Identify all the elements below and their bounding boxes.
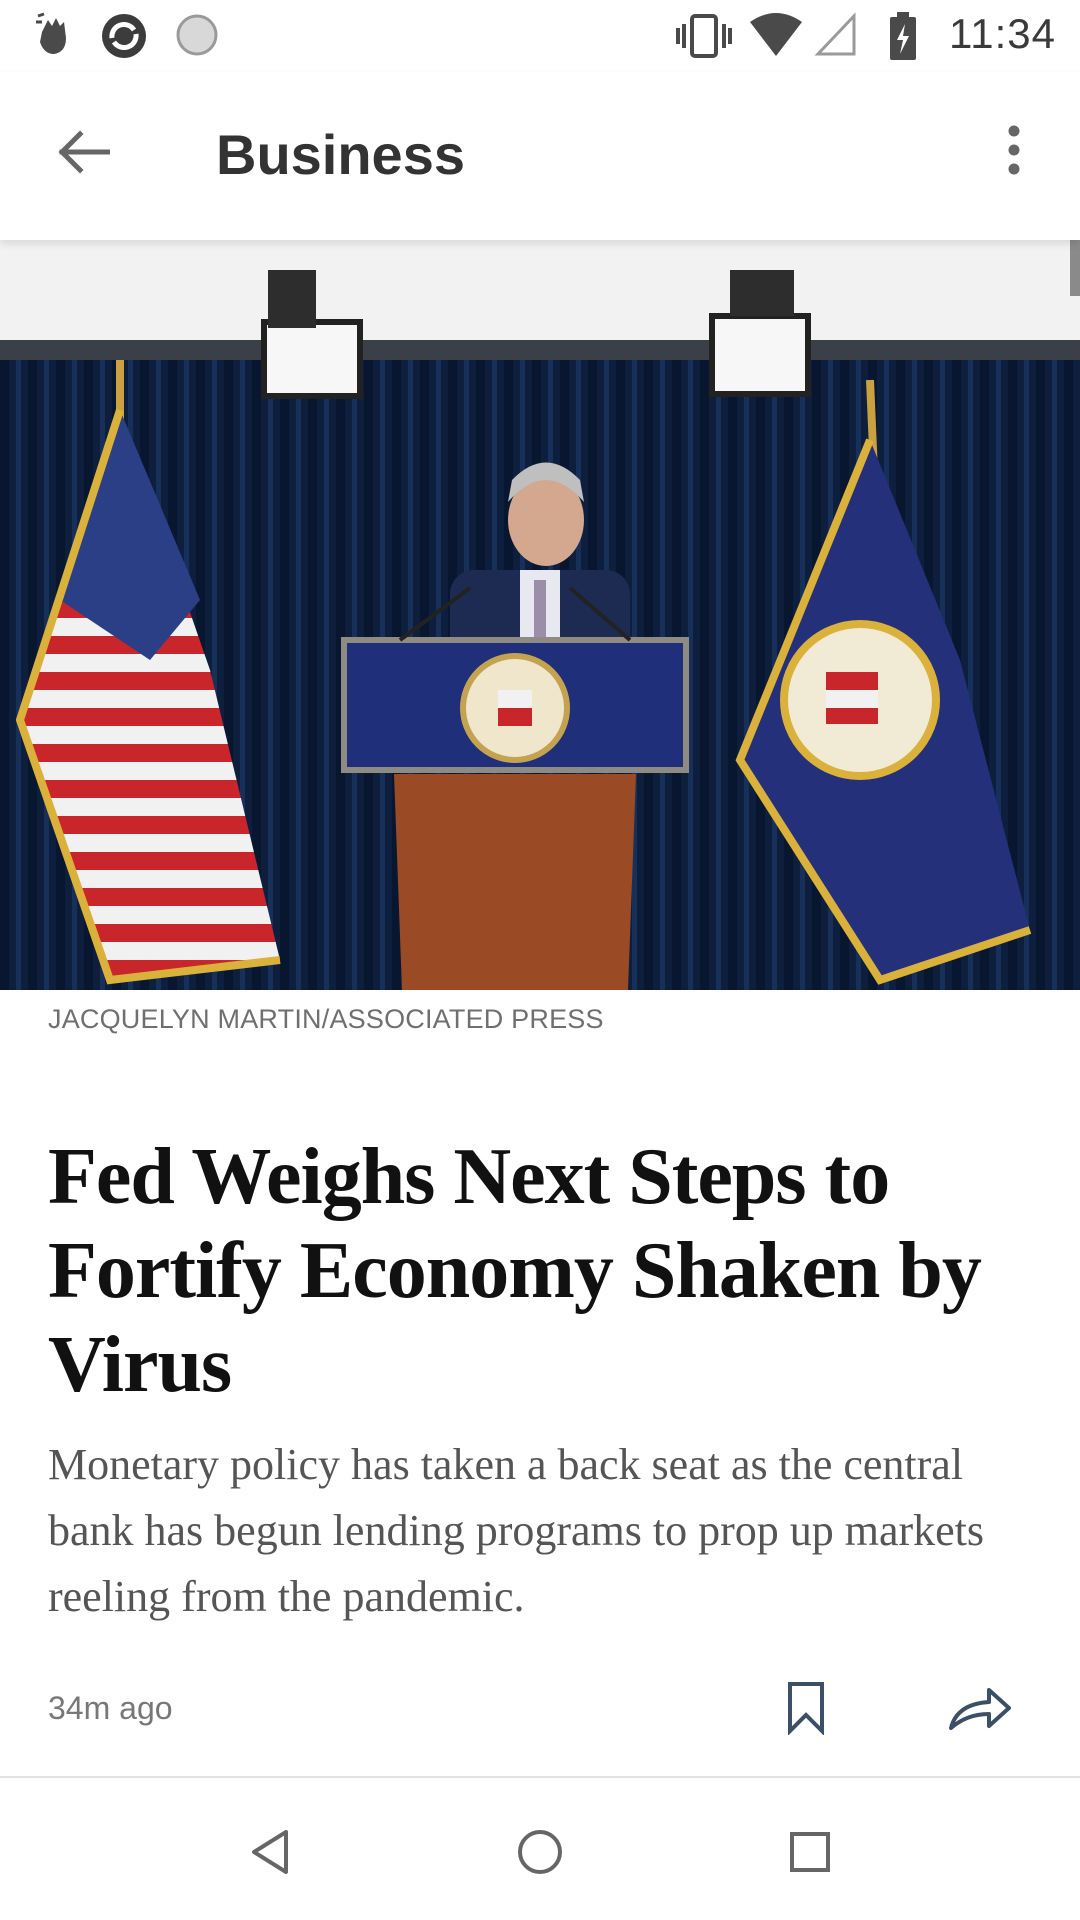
- share-button[interactable]: [940, 1678, 1020, 1742]
- nav-recents-icon: [788, 1830, 832, 1879]
- app-bar: Business: [0, 72, 1080, 240]
- more-vert-icon: [1006, 125, 1022, 180]
- nav-home-button[interactable]: [500, 1814, 580, 1894]
- bookmark-icon: [786, 1681, 826, 1740]
- status-bar: 11:34: [0, 0, 1080, 72]
- cell-signal-icon: [814, 12, 858, 63]
- nav-recents-button[interactable]: [770, 1814, 850, 1894]
- article-meta-row: 34m ago: [0, 1670, 1080, 1750]
- wifi-icon: [748, 12, 804, 63]
- back-button[interactable]: [44, 124, 124, 184]
- nav-back-button[interactable]: [230, 1814, 310, 1894]
- system-nav-bar: [0, 1778, 1080, 1920]
- nav-back-icon: [248, 1828, 292, 1881]
- arrow-back-icon: [58, 129, 111, 179]
- press-conference-photo: [0, 240, 1080, 990]
- nav-home-icon: [516, 1828, 564, 1881]
- page-title: Business: [216, 123, 465, 186]
- overflow-menu-button[interactable]: [984, 122, 1044, 182]
- article-headline[interactable]: Fed Weighs Next Steps to Fortify Economy…: [48, 1130, 1048, 1412]
- article-summary[interactable]: Monetary policy has taken a back seat as…: [48, 1432, 1008, 1630]
- sync-app-icon: [98, 12, 150, 65]
- gesture-hand-icon: [34, 12, 74, 63]
- article-hero-image[interactable]: [0, 240, 1080, 990]
- vibrate-icon: [676, 12, 732, 65]
- photo-credit: JACQUELYN MARTIN/ASSOCIATED PRESS: [48, 1004, 604, 1034]
- article-timestamp: 34m ago: [48, 1690, 173, 1726]
- status-time: 11:34: [949, 10, 1056, 57]
- share-icon: [947, 1684, 1013, 1737]
- battery-charging-icon: [888, 12, 918, 67]
- scrollbar-thumb[interactable]: [1070, 240, 1080, 296]
- loading-circle-icon: [174, 12, 220, 63]
- save-article-button[interactable]: [776, 1672, 836, 1748]
